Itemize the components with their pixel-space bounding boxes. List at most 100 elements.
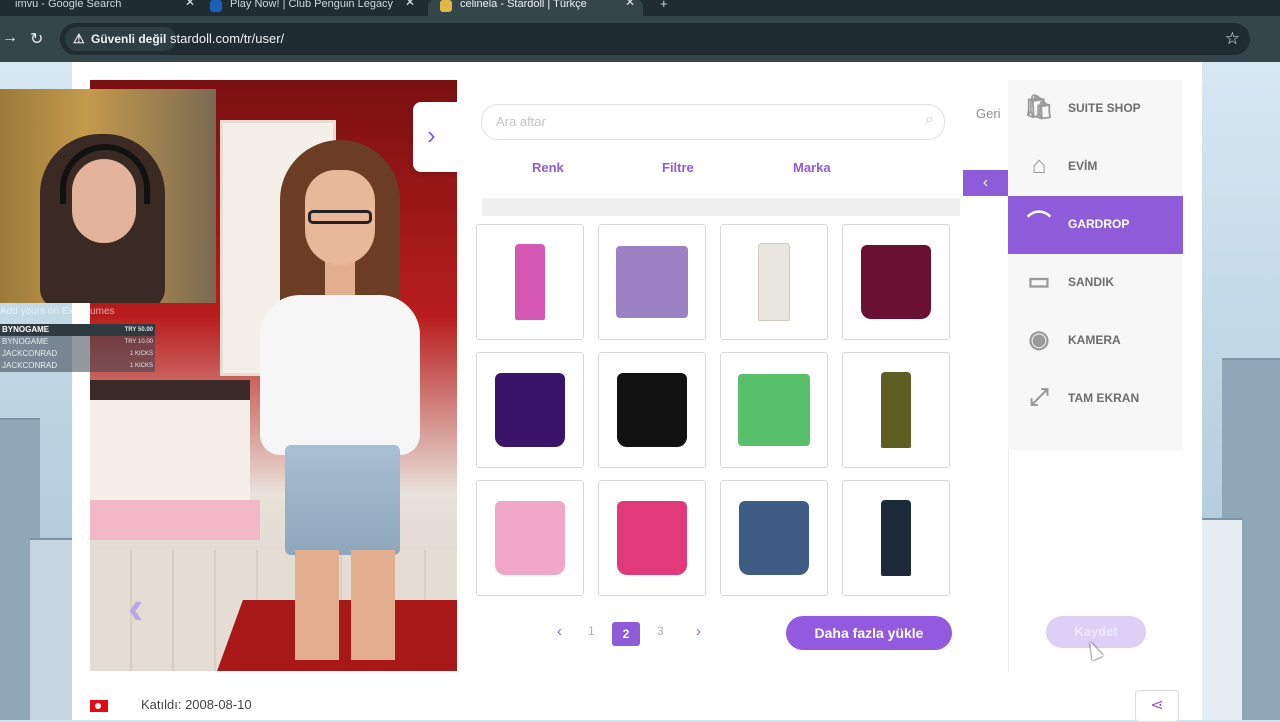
item-pink-leggings[interactable] [476, 224, 584, 340]
sidebar-item-label: EVİM [1068, 159, 1098, 173]
back-link[interactable]: Geri [976, 106, 1001, 121]
item-black-pencil-skirt[interactable] [598, 352, 706, 468]
item-white-pants[interactable] [720, 224, 828, 340]
scoreboard-name: BYNOGAME [2, 325, 50, 334]
scoreboard-row: JACKCONRAD 1 KICKS [0, 348, 155, 360]
patterned-shorts-image [616, 246, 688, 318]
pink-studded-skirt-image [495, 501, 565, 575]
home-icon: ⌂ [1031, 152, 1047, 179]
load-more-button[interactable]: Daha fazla yükle [786, 616, 952, 650]
green-shorts-image [738, 374, 810, 446]
grid-header-strip [482, 198, 960, 216]
sidebar-item-label: GARDROP [1068, 217, 1130, 231]
item-burgundy-skirt[interactable] [842, 224, 950, 340]
tab-title: celinela - Stardoll | Türkçe [460, 0, 587, 10]
item-olive-cargo-pants[interactable] [842, 352, 950, 468]
item-pink-leopard-skirt[interactable] [598, 480, 706, 596]
search-icon[interactable]: ⌕ [925, 111, 934, 129]
tab-stardoll[interactable]: celinela - Stardoll | Türkçe ✕ [428, 0, 643, 16]
new-tab-button[interactable]: + [660, 0, 674, 16]
page-1[interactable]: 1 [588, 624, 595, 638]
item-pink-studded-skirt[interactable] [476, 480, 584, 596]
avatar-neck [325, 260, 355, 300]
close-icon[interactable]: ✕ [405, 0, 415, 8]
black-pencil-skirt-image [617, 373, 687, 447]
prev-page-icon[interactable]: ‹ [557, 623, 562, 640]
reload-icon[interactable]: ↻ [30, 29, 43, 49]
sidebar-menu: 🛍 SUITE SHOP ⌂ EVİM ⌒ GARDROP ▭ SANDIK ◉ KAMERA ⤢ T… [1008, 80, 1183, 450]
avatar-glasses [308, 210, 372, 224]
sidebar-item-label: KAMERA [1068, 333, 1121, 347]
bookmark-star-icon[interactable]: ☆ [1225, 29, 1240, 49]
tab-title: imvu - Google Search [15, 0, 122, 10]
url-box[interactable]: ⚠ Güvenli değil stardoll.com/tr/user/ ☆ [60, 23, 1250, 55]
pink-leggings-image [515, 244, 545, 320]
shopping-bag-icon: 🛍 [1023, 94, 1055, 121]
turkey-flag-icon [90, 700, 108, 712]
item-green-shorts[interactable] [720, 352, 828, 468]
scoreboard-value: TRY 50.00 [124, 327, 153, 333]
item-purple-skirt[interactable] [476, 352, 584, 468]
filter-brand[interactable]: Marka [793, 160, 831, 175]
search-box[interactable]: ⌕ [481, 104, 945, 140]
sidebar-item-kamera[interactable]: ◉ KAMERA [1008, 312, 1183, 370]
item-grid [476, 224, 952, 596]
item-dark-skinny-jeans[interactable] [842, 480, 950, 596]
security-indicator[interactable]: ⚠ Güvenli değil [65, 27, 177, 51]
chevron-left-icon: ‹ [982, 174, 989, 191]
filter-filter[interactable]: Filtre [662, 160, 694, 175]
rotate-left-arrow-icon[interactable]: ‹ [128, 580, 143, 634]
close-icon[interactable]: ✕ [185, 0, 195, 8]
next-page-icon[interactable]: › [696, 623, 701, 640]
scoreboard-value: 1 KICKS [129, 363, 153, 369]
url-text[interactable]: stardoll.com/tr/user/ [170, 23, 284, 55]
sidebar-item-tam-ekran[interactable]: ⤢ TAM EKRAN [1008, 370, 1183, 428]
scoreboard-name: BYNOGAME [2, 337, 49, 346]
share-button[interactable]: ⋖ [1135, 690, 1179, 722]
webcam-overlay [0, 89, 216, 303]
item-denim-skirt[interactable] [720, 480, 828, 596]
item-patterned-shorts[interactable] [598, 224, 706, 340]
star-favicon-icon [440, 0, 452, 12]
webcam-caption: Add yours on Exordiumes [0, 306, 115, 317]
collapse-store-button[interactable]: › [413, 102, 457, 172]
white-pants-image [758, 243, 790, 321]
warning-icon: ⚠ [73, 31, 85, 46]
fullscreen-icon: ⤢ [1029, 384, 1049, 411]
pagination: ‹ 1 2 3 › [555, 620, 715, 648]
dark-skinny-jeans-image [881, 500, 911, 576]
filter-color[interactable]: Renk [532, 160, 564, 175]
sidebar-item-evi̇m[interactable]: ⌂ EVİM [1008, 138, 1183, 196]
sidebar-item-suite-shop[interactable]: 🛍 SUITE SHOP [1008, 80, 1183, 138]
back-tab-button[interactable]: ‹ [963, 170, 1008, 196]
sidebar-item-sandik[interactable]: ▭ SANDIK [1008, 254, 1183, 312]
scoreboard-name: JACKCONRAD [2, 361, 58, 370]
scoreboard-value: TRY 10.00 [124, 339, 153, 345]
joined-date: Katıldı: 2008-08-10 [141, 697, 252, 712]
search-input[interactable] [494, 113, 898, 130]
burgundy-skirt-image [861, 245, 931, 319]
pink-leopard-skirt-image [617, 501, 687, 575]
share-icon: ⋖ [1150, 697, 1164, 714]
page-3[interactable]: 3 [657, 624, 664, 638]
forward-icon[interactable]: → [2, 29, 18, 47]
denim-skirt-image [739, 501, 809, 575]
filter-bar: Renk Filtre Marka [482, 160, 942, 186]
scoreboard-value: 1 KICKS [129, 351, 153, 357]
sidebar-item-gardrop[interactable]: ⌒ GARDROP [1008, 196, 1183, 254]
sidebar-item-label: TAM EKRAN [1068, 391, 1140, 405]
chevron-right-icon: › [427, 120, 436, 150]
tab-club-penguin[interactable]: Play Now! | Club Penguin Legacy ✕ [210, 0, 415, 16]
avatar[interactable] [260, 140, 440, 660]
club-penguin-favicon-icon [210, 0, 222, 12]
tab-title: Play Now! | Club Penguin Legacy [230, 0, 394, 10]
page-2-current[interactable]: 2 [612, 622, 640, 646]
streamer-face [72, 159, 136, 243]
close-icon[interactable]: ✕ [625, 0, 635, 8]
hanger-icon: ⌒ [1027, 210, 1051, 237]
tab-google-search[interactable]: imvu - Google Search ✕ [0, 0, 195, 16]
address-bar: → ↻ ⚠ Güvenli değil stardoll.com/tr/user… [0, 16, 1280, 62]
browser-tab-bar: imvu - Google Search ✕ Play Now! | Club … [0, 0, 1280, 16]
camera-icon: ◉ [1028, 326, 1050, 353]
building [30, 538, 72, 720]
